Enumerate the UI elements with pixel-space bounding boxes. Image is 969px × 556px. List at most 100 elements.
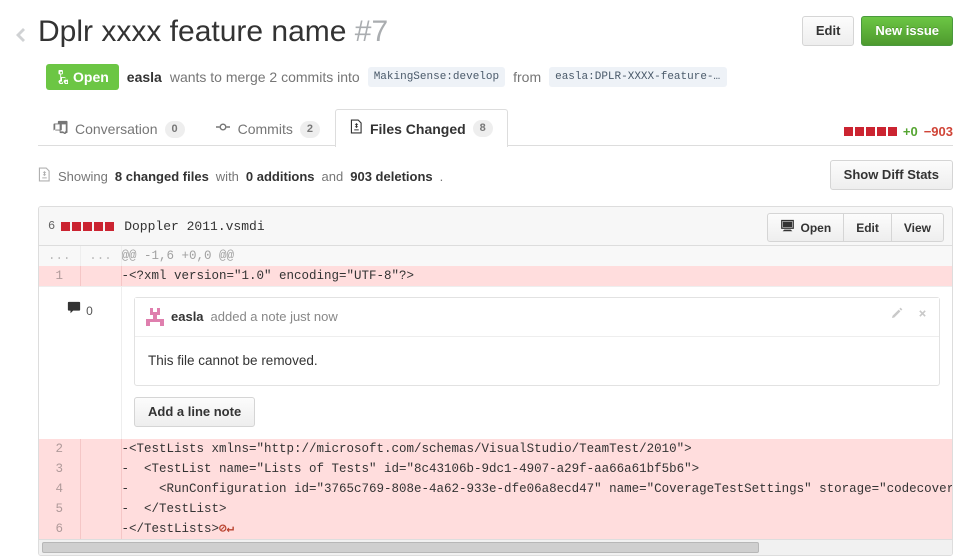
- note-header-actions: [890, 306, 929, 326]
- edit-button[interactable]: Edit: [801, 16, 855, 46]
- inline-note-row: 0 easla added a note just now This file …: [39, 286, 952, 439]
- diffstat-blocks: [843, 127, 897, 136]
- avatar: [146, 308, 164, 326]
- hunk-code: @@ -1,6 +0,0 @@: [121, 246, 952, 266]
- note-comment-count: 0: [86, 304, 93, 318]
- open-button[interactable]: Open: [766, 213, 845, 242]
- diff-line-deleted[interactable]: 4 - <RunConfiguration id="3765c769-808e-…: [39, 479, 952, 499]
- no-newline-marker: ⊘↵: [219, 522, 235, 536]
- diff-summary-text: Showing 8 changed files with 0 additions…: [38, 167, 443, 185]
- pencil-icon[interactable]: [890, 306, 904, 326]
- diff-line-deleted[interactable]: 2 -<TestLists xmlns="http://microsoft.co…: [39, 439, 952, 459]
- tab-files-changed-count: 8: [472, 120, 493, 137]
- file-diffstat-block: [61, 221, 71, 231]
- pr-title-text: Dplr xxxx feature name: [38, 15, 347, 48]
- line-old-num: 3: [39, 459, 81, 479]
- diff-line-deleted[interactable]: 3 - <TestList name="Lists of Tests" id="…: [39, 459, 952, 479]
- header-actions: Edit New issue: [801, 16, 953, 46]
- file-edit-button[interactable]: Edit: [843, 213, 892, 242]
- file-diffstat-block: [72, 221, 82, 231]
- file-diffstat-blocks: [61, 221, 115, 231]
- file-actions: Open Edit View: [766, 213, 944, 242]
- summary-prefix: Showing: [58, 168, 108, 184]
- status-badge-label: Open: [73, 69, 109, 85]
- file-diffstat-block: [83, 221, 93, 231]
- note-main: easla added a note just now This file ca…: [122, 287, 952, 439]
- scrollbar-thumb[interactable]: [42, 542, 759, 553]
- open-button-label: Open: [800, 220, 832, 235]
- file-view-button[interactable]: View: [890, 213, 944, 242]
- file-change-number: 6: [48, 219, 56, 233]
- pr-author[interactable]: easla: [127, 69, 162, 85]
- merge-info: Open easla wants to merge 2 commits into…: [8, 54, 953, 90]
- line-old-num: 4: [39, 479, 81, 499]
- base-branch-tag[interactable]: MakingSense:develop: [367, 67, 506, 87]
- line-old-num: 6: [39, 519, 81, 539]
- file-diff-icon: [38, 167, 51, 185]
- line-code: -<TestLists xmlns="http://microsoft.com/…: [121, 439, 952, 459]
- add-line-note-button[interactable]: Add a line note: [134, 397, 256, 427]
- tab-files-changed-label: Files Changed: [369, 120, 466, 137]
- diffstat-block: [843, 127, 853, 136]
- tab-commits[interactable]: Commits 2: [200, 110, 335, 147]
- commit-icon: [215, 120, 231, 138]
- pr-number: #7: [354, 15, 389, 48]
- desktop-download-icon: [780, 219, 795, 236]
- line-code: - <RunConfiguration id="3765c769-808e-4a…: [121, 479, 952, 499]
- diff-line-deleted[interactable]: 5 - </TestList>: [39, 499, 952, 519]
- note-meta: added a note just now: [210, 309, 338, 324]
- summary-mid: with: [215, 168, 239, 184]
- comment-icon: [67, 301, 81, 321]
- file-diff-container: 6 Doppler 2011.vsmdi Open Edit View ... …: [38, 206, 953, 556]
- file-header: 6 Doppler 2011.vsmdi Open Edit View: [39, 207, 952, 246]
- tab-conversation-count: 0: [164, 120, 185, 138]
- status-badge: Open: [46, 64, 119, 90]
- line-new-num: [80, 519, 122, 539]
- diff-table: ... ... @@ -1,6 +0,0 @@ 1 -<?xml version…: [39, 246, 952, 539]
- line-new-num: [80, 266, 122, 286]
- note-comment-counter: 0: [39, 287, 122, 439]
- pull-request-icon: [56, 70, 68, 84]
- new-issue-button[interactable]: New issue: [861, 16, 953, 46]
- chevron-left-icon[interactable]: [8, 16, 30, 54]
- diffstat-additions: +0: [902, 124, 918, 139]
- file-name[interactable]: Doppler 2011.vsmdi: [124, 219, 264, 234]
- page-title: Dplr xxxx feature name #7: [30, 14, 388, 49]
- horizontal-scrollbar[interactable]: [39, 539, 952, 555]
- diffstat-summary: +0 −903: [843, 124, 953, 139]
- summary-suffix: .: [439, 168, 444, 184]
- tab-conversation[interactable]: Conversation 0: [38, 110, 200, 147]
- diff-summary-row: Showing 8 changed files with 0 additions…: [38, 160, 953, 192]
- diffstat-block: [865, 127, 875, 136]
- diffstat-block: [876, 127, 886, 136]
- tab-commits-count: 2: [299, 120, 320, 138]
- pr-tabs: Conversation 0 Commits 2 Files Changed 8…: [38, 108, 953, 147]
- summary-additions: 0 additions: [245, 168, 315, 184]
- note-author[interactable]: easla: [171, 307, 204, 327]
- summary-files: 8 changed files: [114, 168, 209, 184]
- line-code: - </TestList>: [121, 499, 952, 519]
- line-old-num: 1: [39, 266, 81, 286]
- line-new-num: [80, 499, 122, 519]
- line-old-num: 5: [39, 499, 81, 519]
- pull-request-page: Dplr xxxx feature name #7 Edit New issue…: [0, 0, 969, 556]
- diff-line-deleted[interactable]: 1 -<?xml version="1.0" encoding="UTF-8"?…: [39, 266, 952, 286]
- line-code: - <TestList name="Lists of Tests" id="8c…: [121, 459, 952, 479]
- close-icon[interactable]: [916, 306, 929, 326]
- tab-commits-label: Commits: [237, 121, 293, 137]
- show-diff-stats-button[interactable]: Show Diff Stats: [829, 160, 953, 190]
- tab-files-changed[interactable]: Files Changed 8: [334, 109, 508, 147]
- comment-discussion-icon: [53, 120, 68, 138]
- diff-line-deleted[interactable]: 6 -</TestLists>⊘↵: [39, 519, 952, 539]
- merge-text: wants to merge 2 commits into: [169, 69, 360, 85]
- note-card: easla added a note just now This file ca…: [134, 297, 940, 386]
- diffstat-deletions: −903: [923, 124, 953, 139]
- line-old-num: 2: [39, 439, 81, 459]
- line-new-num: [80, 479, 122, 499]
- file-diff-icon: [350, 119, 363, 138]
- summary-and: and: [321, 168, 344, 184]
- head-branch-tag[interactable]: easla:DPLR-XXXX-feature-n…: [549, 67, 728, 87]
- file-diffstat-block: [105, 221, 115, 231]
- summary-deletions: 903 deletions: [350, 168, 433, 184]
- line-new-num: [80, 439, 122, 459]
